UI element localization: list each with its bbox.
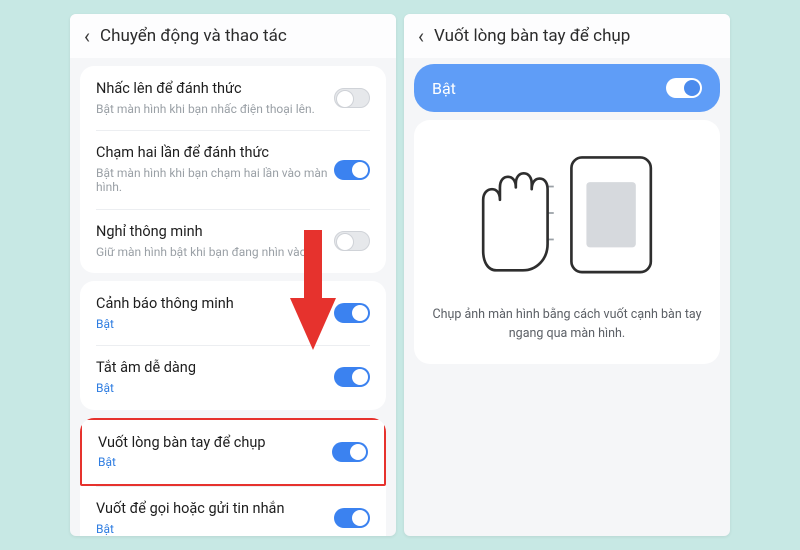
row-sub: Bật màn hình khi bạn chạm hai lần vào mà… — [96, 166, 334, 195]
page-title: Vuốt lòng bàn tay để chụp — [434, 26, 630, 46]
banner-label: Bật — [432, 79, 456, 98]
row-title: Vuốt để gọi hoặc gửi tin nhắn — [96, 500, 334, 519]
row-title: Nhấc lên để đánh thức — [96, 80, 334, 99]
screen-motions-gestures: ‹ Chuyển động và thao tác Nhấc lên để đá… — [70, 14, 396, 536]
row-sub: Bật màn hình khi bạn nhấc điện thoại lên… — [96, 102, 334, 116]
header: ‹ Vuốt lòng bàn tay để chụp — [404, 14, 730, 58]
row-lift-to-wake[interactable]: Nhấc lên để đánh thức Bật màn hình khi b… — [80, 66, 386, 130]
back-icon[interactable]: ‹ — [418, 26, 424, 46]
row-title: Tắt âm dễ dàng — [96, 359, 334, 378]
row-smart-alert[interactable]: Cảnh báo thông minh Bật — [80, 281, 386, 345]
row-sub: Bật — [96, 381, 334, 395]
row-text: Tắt âm dễ dàng Bật — [96, 359, 334, 395]
row-double-tap-wake[interactable]: Chạm hai lần để đánh thức Bật màn hình k… — [80, 130, 386, 209]
red-arrow-annotation — [290, 230, 336, 350]
page-title: Chuyển động và thao tác — [100, 26, 287, 46]
master-toggle-banner[interactable]: Bật — [414, 64, 720, 112]
settings-group-3: Vuốt lòng bàn tay để chụp Bật Vuốt để gọ… — [80, 418, 386, 536]
row-text: Vuốt để gọi hoặc gửi tin nhắn Bật — [96, 500, 334, 536]
row-title: Chạm hai lần để đánh thức — [96, 144, 334, 163]
row-text: Nhấc lên để đánh thức Bật màn hình khi b… — [96, 80, 334, 116]
palm-swipe-illustration — [430, 138, 704, 288]
screen-palm-swipe-detail: ‹ Vuốt lòng bàn tay để chụp Bật — [404, 14, 730, 536]
illustration-caption: Chụp ảnh màn hình bằng cách vuốt cạnh bà… — [430, 306, 704, 344]
row-sub: Bật — [98, 455, 332, 469]
row-smart-stay[interactable]: Nghỉ thông minh Giữ màn hình bật khi bạn… — [80, 209, 386, 273]
toggle[interactable] — [332, 442, 368, 462]
toggle[interactable] — [334, 231, 370, 251]
settings-group-2: Cảnh báo thông minh Bật Tắt âm dễ dàng B… — [80, 281, 386, 409]
toggle[interactable] — [334, 88, 370, 108]
row-text: Chạm hai lần để đánh thức Bật màn hình k… — [96, 144, 334, 195]
detail-content: Bật Chụp ảnh màn hình bằng cách vuốt cạn… — [404, 58, 730, 536]
settings-group-1: Nhấc lên để đánh thức Bật màn hình khi b… — [80, 66, 386, 273]
row-title: Vuốt lòng bàn tay để chụp — [98, 434, 332, 453]
toggle[interactable] — [334, 367, 370, 387]
row-sub: Bật — [96, 522, 334, 536]
toggle[interactable] — [666, 78, 702, 98]
row-text: Vuốt lòng bàn tay để chụp Bật — [98, 434, 332, 470]
row-palm-swipe-capture[interactable]: Vuốt lòng bàn tay để chụp Bật — [80, 418, 386, 486]
toggle[interactable] — [334, 160, 370, 180]
illustration-card: Chụp ảnh màn hình bằng cách vuốt cạnh bà… — [414, 120, 720, 364]
row-easy-mute[interactable]: Tắt âm dễ dàng Bật — [80, 345, 386, 409]
settings-content: Nhấc lên để đánh thức Bật màn hình khi b… — [70, 58, 396, 536]
toggle[interactable] — [334, 508, 370, 528]
header: ‹ Chuyển động và thao tác — [70, 14, 396, 58]
back-icon[interactable]: ‹ — [84, 26, 90, 46]
toggle[interactable] — [334, 303, 370, 323]
row-swipe-to-call[interactable]: Vuốt để gọi hoặc gửi tin nhắn Bật — [80, 486, 386, 536]
